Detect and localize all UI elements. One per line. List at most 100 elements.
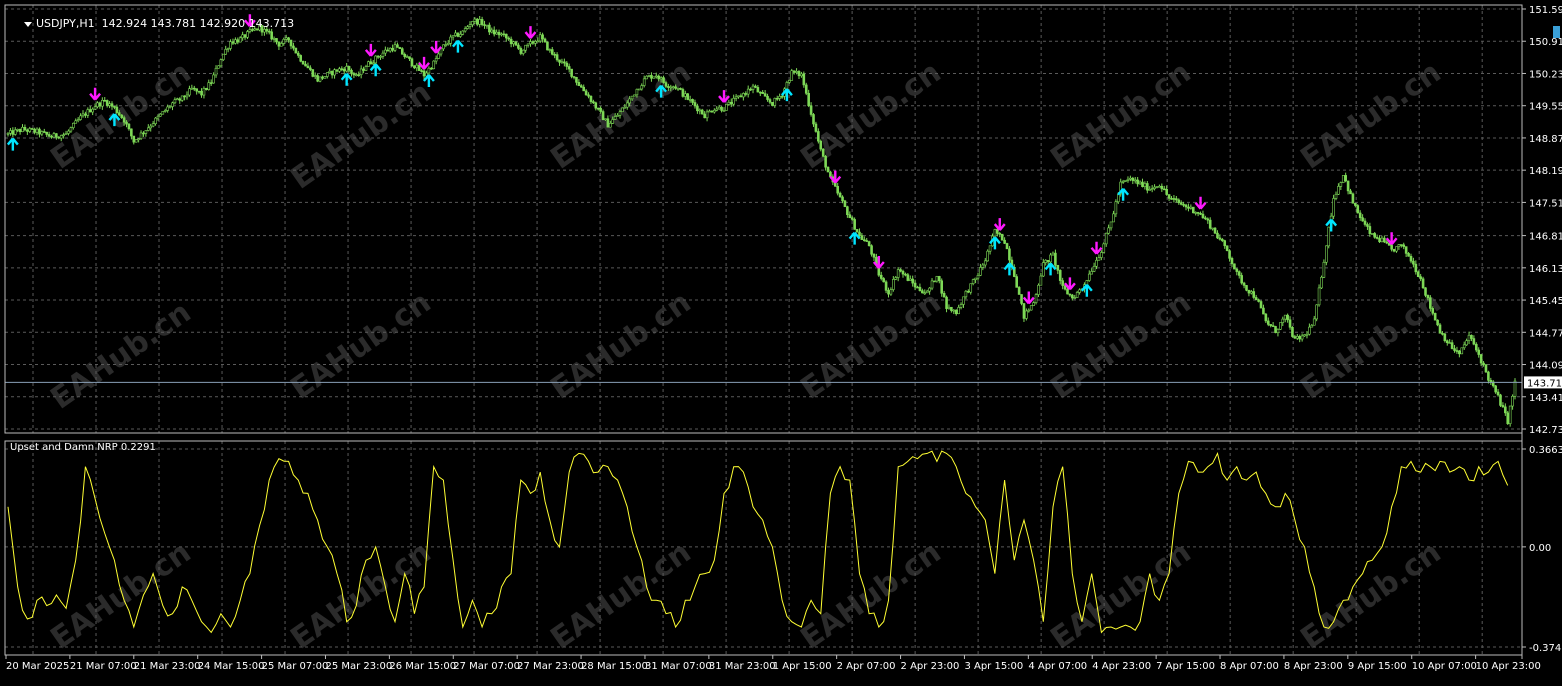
candle	[1421, 276, 1425, 290]
candle	[1317, 284, 1321, 307]
scroll-shift-icon[interactable]	[1553, 26, 1560, 38]
indicator-axis-label: 0.3663	[1529, 445, 1562, 456]
candle	[311, 69, 315, 78]
candle	[1291, 326, 1294, 338]
price-axis-label: 142.730	[1529, 425, 1562, 436]
candle	[681, 87, 685, 98]
price-axis-label: 144.090	[1529, 361, 1562, 372]
indicator-value: 0.2291	[120, 442, 156, 453]
candle	[1315, 304, 1318, 322]
candle	[134, 139, 138, 143]
candle	[1513, 378, 1517, 400]
candle	[1213, 227, 1217, 234]
candle	[843, 199, 847, 208]
candle	[432, 60, 436, 70]
candle	[1327, 226, 1331, 249]
candle	[700, 108, 704, 115]
candle	[161, 110, 165, 115]
candle	[1356, 204, 1360, 214]
time-axis-label: 4 Apr 23:00	[1092, 661, 1151, 672]
time-axis-label: 31 Mar 07:00	[645, 661, 712, 672]
time-axis-label: 21 Mar 23:00	[134, 661, 201, 672]
price-axis-label: 145.450	[1529, 296, 1562, 307]
candle	[1279, 322, 1282, 331]
time-axis-label: 3 Apr 15:00	[964, 661, 1023, 672]
candle	[299, 54, 302, 63]
candle	[1351, 192, 1355, 204]
time-axis-label: 8 Apr 23:00	[1284, 661, 1343, 672]
time-axis-label: 27 Mar 07:00	[453, 661, 520, 672]
time-axis-label: 2 Apr 23:00	[901, 661, 960, 672]
candle	[1102, 242, 1106, 254]
price-axis-label: 143.410	[1529, 393, 1562, 404]
candle	[461, 30, 465, 36]
candle	[1005, 242, 1009, 250]
current-price-label: 143.713	[1527, 378, 1562, 389]
candle	[638, 88, 641, 91]
candle	[1259, 300, 1263, 309]
time-axis-label: 4 Apr 07:00	[1028, 661, 1087, 672]
candle	[1506, 410, 1510, 425]
candle	[1508, 405, 1512, 427]
candle	[1029, 305, 1033, 311]
price-axis-label: 148.190	[1529, 166, 1562, 177]
candle	[771, 101, 774, 107]
time-axis-label: 21 Mar 07:00	[70, 661, 137, 672]
candle	[367, 60, 370, 67]
candle	[217, 65, 220, 69]
candle	[855, 229, 859, 233]
symbol-dropdown-icon[interactable]	[24, 21, 32, 27]
price-axis-label: 144.770	[1529, 328, 1562, 339]
candle	[1484, 364, 1488, 373]
price-axis-label: 151.590	[1529, 5, 1562, 16]
candle	[1370, 233, 1374, 235]
candle	[1274, 325, 1277, 334]
time-axis-label: 26 Mar 15:00	[389, 661, 456, 672]
candle	[1017, 286, 1021, 295]
price-axis-label: 150.910	[1529, 37, 1562, 48]
candle	[826, 166, 830, 173]
time-axis-label: 27 Mar 23:00	[517, 661, 584, 672]
candle	[993, 228, 997, 237]
price-axis-label: 150.230	[1529, 69, 1562, 80]
time-axis-label: 10 Apr 23:00	[1476, 661, 1541, 672]
time-axis-label: 2 Apr 07:00	[837, 661, 896, 672]
candle	[1332, 194, 1335, 220]
candle	[933, 280, 936, 283]
candle	[1034, 293, 1038, 305]
price-axis-label: 147.510	[1529, 198, 1562, 209]
indicator-header: Upset and Damn NRP 0.2291	[10, 442, 156, 453]
candle	[1233, 263, 1236, 270]
price-axis-label: 146.810	[1529, 232, 1562, 243]
time-axis-label: 25 Mar 07:00	[262, 661, 329, 672]
candle	[323, 76, 327, 79]
candle	[652, 76, 656, 79]
candle	[986, 249, 989, 262]
chart-canvas[interactable]: EAHub.cn EAHub.cn EAHub.cn EAHub.cn EAHub.cn…	[0, 0, 1562, 681]
time-axis-label: 8 Apr 07:00	[1220, 661, 1279, 672]
candle	[1460, 347, 1464, 355]
candle	[725, 104, 728, 111]
indicator-axis-label: 0.00	[1529, 543, 1551, 554]
time-axis-label: 7 Apr 15:00	[1156, 661, 1215, 672]
candle	[1433, 312, 1437, 321]
candle	[1124, 180, 1127, 182]
candle	[853, 217, 856, 230]
time-axis-label: 25 Mar 23:00	[325, 661, 392, 672]
candle	[221, 53, 225, 61]
candle	[546, 41, 549, 51]
indicator-axis-label: -0.3748	[1529, 643, 1562, 654]
candle	[1320, 275, 1323, 289]
candle	[410, 57, 414, 68]
time-axis-label: 10 Apr 07:00	[1412, 661, 1477, 672]
candle	[790, 68, 794, 81]
chart-window[interactable]: EAHub.cn EAHub.cn EAHub.cn EAHub.cn EAHub.cn…	[0, 0, 1562, 681]
candle	[867, 240, 871, 247]
candle	[1225, 245, 1229, 252]
price-axis-label: 149.550	[1529, 102, 1562, 113]
candle	[1322, 259, 1326, 279]
symbol-header: USDJPY,H1 142.924 143.781 142.920 143.71…	[10, 4, 294, 43]
candle	[1436, 319, 1439, 327]
symbol-name: USDJPY,H1	[36, 17, 95, 30]
candle	[301, 60, 305, 65]
